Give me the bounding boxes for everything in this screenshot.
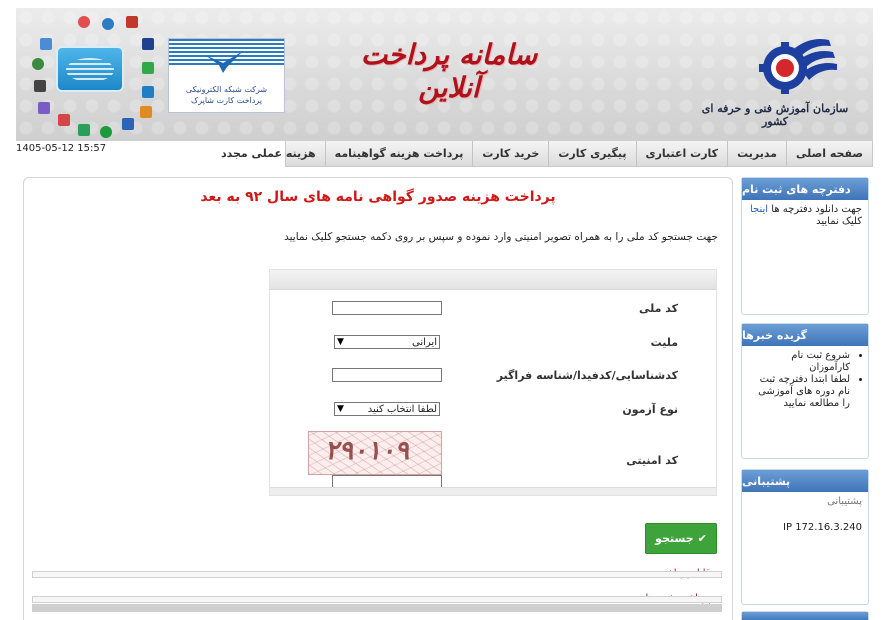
registration-text-after: کلیک نمایید: [816, 216, 862, 227]
support-box-title: پشتیبانی: [742, 470, 868, 492]
service-icon: [122, 118, 134, 130]
nav-home[interactable]: صفحه اصلی: [786, 141, 872, 166]
service-icon: [58, 114, 70, 126]
search-button-label: جستجو: [655, 532, 694, 545]
form-header-bar: [270, 270, 716, 290]
nav-card-tracking[interactable]: پیگیری کارت: [548, 141, 635, 166]
bird-logo-icon: [205, 51, 243, 73]
news-item[interactable]: لطفا ابتدا دفترچه ثبت نام دوره های آموزش…: [748, 374, 850, 410]
nav-certificate-payment[interactable]: پرداخت هزینه گواهینامه: [324, 141, 473, 166]
service-icon: [126, 16, 138, 28]
bank-caption: شرکت شبکه الکترونیکی پرداخت کارت شاپرک: [185, 85, 268, 105]
national-code-input[interactable]: [332, 301, 442, 315]
captcha-code-text: ۲۹۰۱۰۹: [324, 436, 414, 466]
registration-text: جهت دانلود دفترچه ها: [771, 204, 862, 215]
exam-type-select[interactable]: لطفا انتخاب کنید ▼: [334, 402, 440, 416]
news-item[interactable]: شروع ثبت نام کارآموزان: [748, 350, 850, 374]
services-icon-cluster: [30, 14, 160, 138]
nav-practical-retake-fee[interactable]: هزینه عملی مجدد: [212, 141, 325, 166]
search-form: کد ملی ملیت ایرانی ▼ کدشناسایی/کدفیدا/شن…: [269, 269, 717, 496]
exam-type-selected-value: لطفا انتخاب کنید: [367, 403, 437, 415]
chevron-down-icon: ▼: [337, 404, 344, 414]
current-datetime: 1405-05-12 15:57: [16, 143, 107, 154]
form-footer-bar: [270, 487, 716, 495]
registration-box-body: جهت دانلود دفترچه ها اینجا کلیک نمایید: [742, 200, 868, 232]
service-icon: [32, 58, 44, 70]
main-content-panel: پرداخت هزینه صدور گواهی نامه های سال ۹۲ …: [23, 177, 733, 620]
main-navigation: صفحه اصلی مدیریت کارت اعتباری پیگیری کار…: [221, 141, 873, 167]
service-icon: [78, 16, 90, 28]
extra-box-title: [742, 612, 868, 620]
paid-table-header: [32, 604, 722, 612]
sidebar-news-box: گزیده خبرها شروع ثبت نام کارآموزان لطفا …: [741, 323, 869, 459]
service-icon: [100, 126, 112, 138]
exam-type-label: نوع آزمون: [622, 403, 678, 416]
registration-box-title: دفترچه های ثبت نام: [742, 178, 868, 200]
organization-name: سازمان آموزش فنی و حرفه ای کشور: [701, 102, 849, 128]
service-icon: [142, 38, 154, 50]
nationality-select[interactable]: ایرانی ▼: [334, 335, 440, 349]
chevron-down-icon: ▼: [337, 337, 344, 347]
page-title: پرداخت هزینه صدور گواهی نامه های سال ۹۲ …: [200, 189, 556, 205]
service-icon: [140, 106, 152, 118]
check-icon: ✔: [697, 532, 707, 545]
service-icon: [40, 38, 52, 50]
captcha-image: ۲۹۰۱۰۹: [308, 431, 442, 475]
nav-management[interactable]: مدیریت: [727, 141, 786, 166]
service-icon: [78, 124, 90, 136]
paid-bar: [32, 596, 722, 603]
organization-emblem-icon: [759, 39, 837, 94]
service-icon: [102, 18, 114, 30]
captcha-label: کد امنیتی: [626, 454, 678, 467]
nav-buy-card[interactable]: خرید کارت: [472, 141, 548, 166]
shaparak-logo: شرکت شبکه الکترونیکی پرداخت کارت شاپرک: [168, 38, 285, 113]
nationality-selected-value: ایرانی: [412, 336, 437, 348]
tracking-code-label: کدشناسایی/کدفیدا/شناسه فراگیر: [496, 369, 678, 382]
search-button[interactable]: جستجو ✔: [645, 523, 717, 554]
site-header: شرکت شبکه الکترونیکی پرداخت کارت شاپرک س…: [16, 8, 873, 141]
service-icon: [38, 102, 50, 114]
app-title: سامانه پرداخت آنلاین: [360, 38, 538, 104]
news-box-body: شروع ثبت نام کارآموزان لطفا ابتدا دفترچه…: [742, 346, 868, 414]
support-label: پشتیبانی: [827, 496, 862, 507]
payable-bar: [32, 571, 722, 578]
service-icon: [142, 62, 154, 74]
registration-download-link[interactable]: اینجا: [750, 204, 768, 215]
client-ip: IP 172.16.3.240: [783, 522, 862, 533]
national-code-label: کد ملی: [638, 302, 678, 315]
nationality-label: ملیت: [650, 336, 678, 349]
service-icon: [142, 86, 154, 98]
search-instruction: جهت جستجو کد ملی را به همراه تصویر امنیت…: [284, 231, 718, 243]
service-icon: [34, 80, 46, 92]
nav-credit-card[interactable]: کارت اعتباری: [635, 141, 728, 166]
sidebar-extra-box: [741, 611, 869, 620]
sidebar-registration-box: دفترچه های ثبت نام جهت دانلود دفترچه ها …: [741, 177, 869, 315]
sidebar-support-box: پشتیبانی پشتیبانی IP 172.16.3.240: [741, 469, 869, 605]
support-box-body: پشتیبانی IP 172.16.3.240: [742, 492, 868, 538]
news-box-title: گزیده خبرها: [742, 324, 868, 346]
pos-terminal-icon: [56, 46, 124, 92]
tracking-code-input[interactable]: [332, 368, 442, 382]
